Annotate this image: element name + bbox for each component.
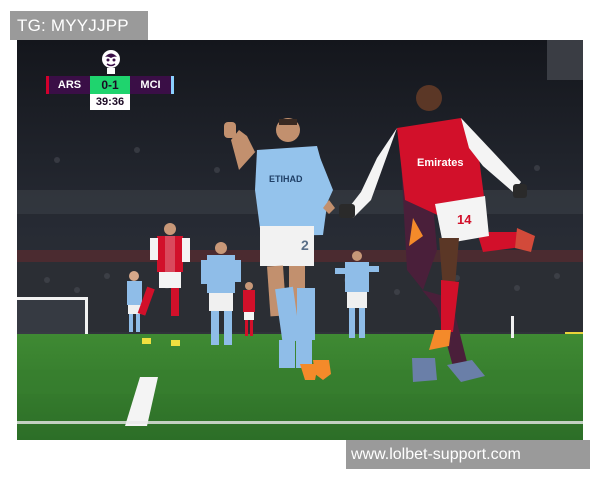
scorebug-row: ARS 0-1 MCI bbox=[46, 76, 174, 94]
match-clock: 39:36 bbox=[90, 94, 130, 110]
premier-league-lion-icon bbox=[102, 50, 120, 74]
nketiah-sponsor: Emirates bbox=[417, 157, 463, 169]
website-watermark: www.lolbet-support.com bbox=[346, 440, 590, 469]
nketiah-shorts-number: 14 bbox=[457, 212, 472, 227]
walker-sponsor: ETIHAD bbox=[269, 174, 303, 184]
byline bbox=[17, 421, 583, 424]
score-label: 0-1 bbox=[90, 76, 130, 94]
pitch-stripe bbox=[17, 370, 583, 394]
walker-shorts-number: 2 bbox=[301, 237, 309, 253]
scorebug: ARS 0-1 MCI 39:36 bbox=[46, 48, 176, 110]
home-team-label: ARS bbox=[46, 76, 90, 94]
corner-flag bbox=[511, 316, 514, 338]
roof-light bbox=[547, 40, 583, 80]
away-team-label: MCI bbox=[130, 76, 174, 94]
goal bbox=[17, 297, 88, 335]
tg-label: TG: MYYJJPP bbox=[10, 11, 148, 40]
